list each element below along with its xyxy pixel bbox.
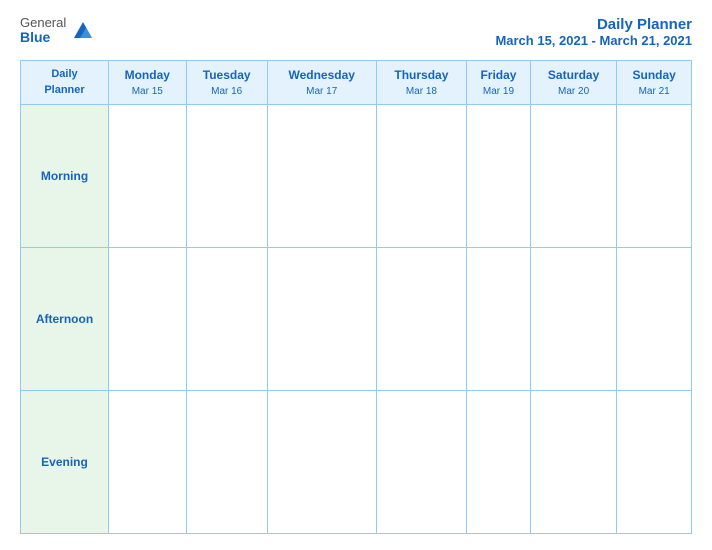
afternoon-monday[interactable] <box>109 248 187 391</box>
morning-thursday[interactable] <box>376 105 466 248</box>
logo-text: General Blue <box>20 16 66 46</box>
afternoon-row: Afternoon <box>21 248 692 391</box>
morning-friday[interactable] <box>467 105 531 248</box>
table-header-row: DailyPlanner Monday Mar 15 Tuesday Mar 1… <box>21 61 692 105</box>
evening-monday[interactable] <box>109 391 187 534</box>
afternoon-sunday[interactable] <box>617 248 692 391</box>
logo-icon <box>72 20 94 42</box>
th-wednesday: Wednesday Mar 17 <box>267 61 376 105</box>
planner-date-range: March 15, 2021 - March 21, 2021 <box>495 33 692 48</box>
th-friday: Friday Mar 19 <box>467 61 531 105</box>
th-sunday: Sunday Mar 21 <box>617 61 692 105</box>
evening-sunday[interactable] <box>617 391 692 534</box>
th-monday: Monday Mar 15 <box>109 61 187 105</box>
afternoon-tuesday[interactable] <box>186 248 267 391</box>
th-tuesday: Tuesday Mar 16 <box>186 61 267 105</box>
morning-wednesday[interactable] <box>267 105 376 248</box>
planner-table: DailyPlanner Monday Mar 15 Tuesday Mar 1… <box>20 60 692 534</box>
planner-title: Daily Planner <box>495 16 692 33</box>
evening-wednesday[interactable] <box>267 391 376 534</box>
morning-monday[interactable] <box>109 105 187 248</box>
th-thursday: Thursday Mar 18 <box>376 61 466 105</box>
afternoon-friday[interactable] <box>467 248 531 391</box>
afternoon-label: Afternoon <box>21 248 109 391</box>
evening-thursday[interactable] <box>376 391 466 534</box>
evening-tuesday[interactable] <box>186 391 267 534</box>
evening-friday[interactable] <box>467 391 531 534</box>
morning-sunday[interactable] <box>617 105 692 248</box>
logo-area: General Blue <box>20 16 94 46</box>
th-daily-planner: DailyPlanner <box>21 61 109 105</box>
morning-saturday[interactable] <box>530 105 616 248</box>
morning-row: Morning <box>21 105 692 248</box>
afternoon-saturday[interactable] <box>530 248 616 391</box>
evening-saturday[interactable] <box>530 391 616 534</box>
afternoon-wednesday[interactable] <box>267 248 376 391</box>
th-saturday: Saturday Mar 20 <box>530 61 616 105</box>
logo-general-text: General <box>20 16 66 30</box>
header: General Blue Daily Planner March 15, 202… <box>20 16 692 48</box>
afternoon-thursday[interactable] <box>376 248 466 391</box>
morning-tuesday[interactable] <box>186 105 267 248</box>
title-area: Daily Planner March 15, 2021 - March 21,… <box>495 16 692 48</box>
morning-label: Morning <box>21 105 109 248</box>
evening-row: Evening <box>21 391 692 534</box>
logo-blue-text: Blue <box>20 30 66 45</box>
evening-label: Evening <box>21 391 109 534</box>
